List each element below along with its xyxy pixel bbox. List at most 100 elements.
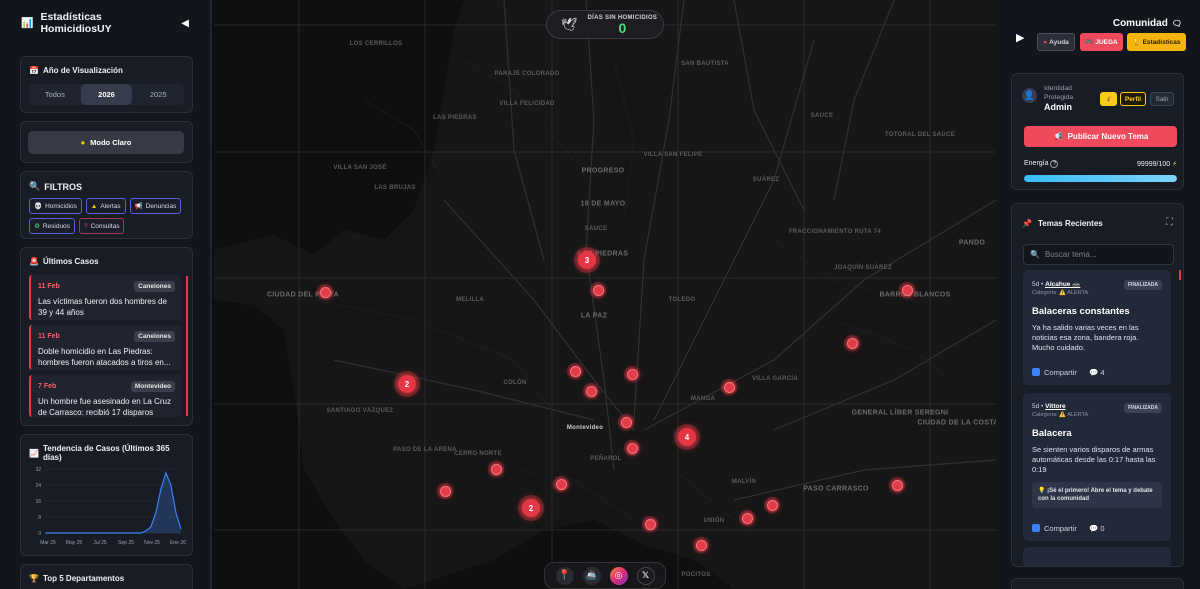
topic-card[interactable]: 5d • Vittore Categoría: ⚠️ ALERTA FINALI… (1023, 393, 1171, 541)
top-departments-card: 🏆 Top 5 Departamentos (20, 564, 193, 589)
case-item[interactable]: 7 Feb Montevideo Un hombre fue asesinado … (29, 375, 181, 417)
coins-icon[interactable]: 💰 (1100, 92, 1117, 106)
year-tab-2025[interactable]: 2025 (132, 84, 184, 105)
map-incident-marker[interactable] (437, 483, 453, 499)
topic-search-input[interactable]: 🔍 Buscar tema... (1023, 244, 1174, 265)
map-place-label: Colón (503, 380, 527, 386)
map-view[interactable]: Los Cerrillos Paraje Colorado Villa Felici… (214, 0, 996, 589)
topic-author[interactable]: Vittore (1045, 403, 1065, 410)
map-incident-marker[interactable] (553, 476, 569, 492)
filter-chip-homicidios[interactable]: 💀 Homicidios (29, 198, 82, 214)
year-tab-all[interactable]: Todos (29, 84, 81, 105)
map-incident-marker[interactable] (889, 477, 905, 493)
topic-author[interactable]: Alcahue 🚓 (1045, 281, 1080, 288)
map-place-label: PANDO (958, 239, 986, 247)
topic-age: 5d • (1032, 403, 1044, 410)
map-incident-marker[interactable] (739, 510, 755, 526)
map-incident-marker[interactable] (317, 284, 333, 300)
question-icon: ? (83, 222, 88, 230)
map-incident-marker[interactable] (844, 335, 860, 351)
map-incident-marker[interactable] (583, 383, 599, 399)
share-label: Compartir (1044, 524, 1077, 533)
next-panel (1011, 578, 1184, 589)
map-place-label: GENERAL LÍBER SEREGNI (851, 409, 949, 417)
recent-topics-panel: 📌 Temas Recientes ⛶ 🔍 Buscar tema... 5d … (1011, 203, 1184, 567)
share-button[interactable]: Compartir (1032, 368, 1077, 377)
status-badge: FINALIZADA (1124, 280, 1162, 290)
chart-area (45, 473, 181, 533)
siren-icon: 🚨 (29, 257, 39, 266)
logout-button[interactable]: Salir (1150, 92, 1174, 106)
light-mode-button[interactable]: ● Modo Claro (28, 131, 184, 154)
topic-card[interactable]: 5d • Alcahue 🚓 Categoría: ⚠️ ALERTA FINA… (1023, 270, 1171, 385)
chart-x-tick: Jul 25 (93, 540, 107, 546)
map-incident-marker[interactable] (590, 282, 606, 298)
filter-chip-denuncias[interactable]: 📢 Denuncias (129, 198, 182, 214)
case-item[interactable]: 11 Feb Canelones Doble homicidio en Las P… (29, 325, 181, 370)
chart-y-tick: 16 (35, 499, 41, 505)
expand-icon[interactable]: ⛶ (1166, 217, 1173, 228)
map-place-label: Fraccionamiento Ruta 74 (788, 229, 882, 235)
filter-chip-residuos[interactable]: ♻ Residuos (29, 218, 75, 234)
stats-button[interactable]: 🏆 Estadísticas (1127, 33, 1186, 51)
help-button[interactable]: ● Ayuda (1037, 33, 1075, 51)
chart-x-tick: Sep 25 (118, 540, 134, 546)
sidebar-header: 📊 Estadísticas HomicidiosUY ◀ (0, 0, 210, 46)
profile-button[interactable]: Perfil (1120, 92, 1146, 106)
boat-icon[interactable]: 🚢 (582, 566, 601, 585)
right-sidebar: Comunidad 🗨 ▶ ● Ayuda 🎮 JUEGA 🏆 Estadística… (996, 0, 1200, 589)
search-icon: 🔍 (1030, 250, 1040, 259)
map-incident-marker[interactable] (567, 363, 583, 379)
topics-scrollbar[interactable] (1179, 270, 1181, 280)
map-place-label: Totoral del Sauce (885, 132, 955, 138)
app-root: Los Cerrillos Paraje Colorado Villa Felici… (0, 0, 1200, 589)
map-place-label: Manga (690, 396, 716, 402)
community-icon: 🗨 (1171, 19, 1182, 28)
share-icon (1032, 524, 1040, 532)
filter-chip-consultas[interactable]: ? Consultas (78, 218, 125, 234)
case-item[interactable]: 11 Feb Canelones Las víctimas fueron dos … (29, 275, 181, 320)
pin-icon: 📌 (1022, 219, 1032, 228)
map-place-label: San Bautista (681, 61, 729, 67)
map-incident-marker[interactable] (642, 516, 658, 532)
play-icon[interactable]: ▶ (1016, 31, 1024, 44)
collapse-sidebar-button[interactable]: ◀ (181, 18, 189, 29)
publish-topic-button[interactable]: 📢 Publicar Nuevo Tema (1024, 126, 1177, 147)
map-incident-marker[interactable] (618, 414, 634, 430)
map-incident-marker[interactable] (488, 461, 504, 477)
cases-scrollbar[interactable] (186, 276, 188, 416)
map-cluster-marker[interactable]: 2 (518, 495, 544, 521)
comments-count[interactable]: 💬 4 (1089, 368, 1105, 377)
map-place-label: Montevideo (566, 425, 604, 431)
map-place-label: Suárez (752, 177, 780, 183)
map-incident-marker[interactable] (899, 282, 915, 298)
info-icon[interactable]: ? (1050, 160, 1059, 168)
x-logo-icon[interactable]: 𝕏 (636, 566, 655, 585)
map-incident-marker[interactable] (624, 440, 640, 456)
pin-icon[interactable]: 📍 (555, 566, 574, 585)
map-place-label: Villa Felicidad (499, 101, 555, 107)
year-tab-2026[interactable]: 2026 (80, 84, 133, 105)
filter-chip-alertas[interactable]: ▲ Alertas (85, 198, 126, 214)
map-place-label: Joaquín Suárez (834, 265, 892, 271)
topic-card[interactable] (1023, 547, 1171, 566)
map-place-label: Paso de la Arena (393, 447, 457, 453)
energy-row: Energía ? 99999/100 ⚡ (1024, 160, 1177, 168)
map-cluster-marker[interactable]: 3 (574, 247, 600, 273)
topic-title: Balaceras constantes (1032, 306, 1130, 317)
megaphone-icon: 📢 (134, 203, 143, 210)
map-incident-marker[interactable] (624, 366, 640, 382)
map-cluster-marker[interactable]: 4 (674, 424, 700, 450)
play-game-button[interactable]: 🎮 JUEGA (1080, 33, 1123, 51)
cluster-count: 3 (578, 251, 596, 269)
comments-count[interactable]: 💬 0 (1089, 524, 1105, 533)
instagram-icon[interactable]: ◎ (609, 566, 628, 585)
map-cluster-marker[interactable]: 2 (394, 371, 420, 397)
map-place-label: Toledo (668, 297, 696, 303)
map-incident-marker[interactable] (693, 537, 709, 553)
map-incident-marker[interactable] (764, 497, 780, 513)
community-title: Comunidad (1112, 18, 1168, 29)
share-button[interactable]: Compartir (1032, 524, 1077, 533)
map-incident-marker[interactable] (721, 379, 737, 395)
search-placeholder: Buscar tema... (1044, 250, 1097, 259)
